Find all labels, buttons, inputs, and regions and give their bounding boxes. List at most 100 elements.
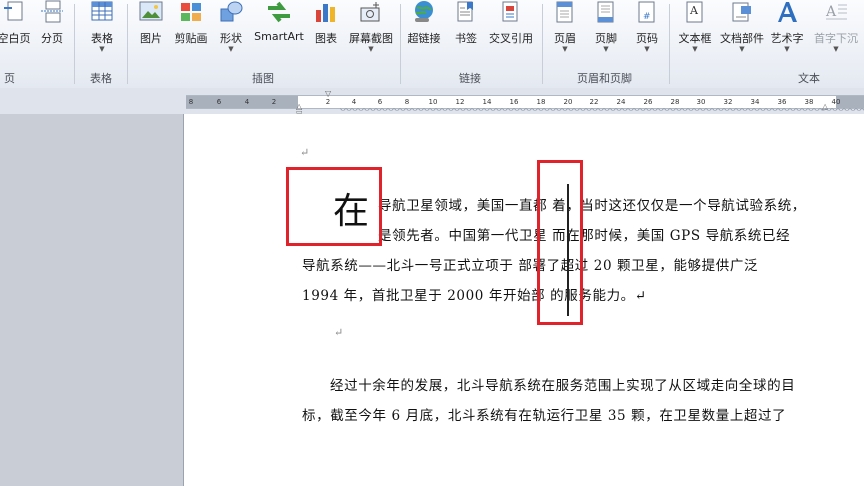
- dropdown-arrow-icon: ▼: [784, 45, 790, 53]
- table-label: 表格: [91, 32, 113, 45]
- quick-parts-button[interactable]: 文档部件 ▼: [716, 0, 768, 62]
- document-line: 标，截至今年 6 月底，北斗系统有在轨运行卫星 35 颗，在卫星数量上超过了: [302, 408, 787, 424]
- group-label-illustrations: 插图: [252, 72, 274, 85]
- ruler-number: 14: [482, 98, 492, 106]
- svg-text:A: A: [689, 4, 699, 17]
- group-label-text: 文本: [798, 72, 820, 85]
- page-break-button[interactable]: 分页: [37, 0, 67, 62]
- quick-parts-icon: [732, 2, 751, 22]
- wordart-icon: [778, 2, 797, 22]
- group-separator: [74, 4, 75, 84]
- document-line: 是领先者。中国第一代卫星 而在那时候，美国 GPS 导航系统已经: [378, 228, 791, 244]
- document-line: 导航系统——北斗一号正式立项于 部署了超过 20 颗卫星，能够提供广泛: [302, 258, 759, 274]
- blank-page-button[interactable]: 空白页: [0, 0, 36, 62]
- group-separator: [669, 4, 670, 84]
- dropdown-arrow-icon: ▼: [644, 45, 650, 53]
- ruler-number: 8: [188, 98, 194, 106]
- blank-page-icon: [4, 1, 23, 21]
- shapes-button[interactable]: 形状 ▼: [215, 0, 247, 62]
- ruler-number: 24: [616, 98, 626, 106]
- ruler-number: 38: [804, 98, 814, 106]
- clip-art-label: 剪贴画: [174, 32, 208, 45]
- horizontal-ruler[interactable]: 8 6 4 2 2 4 6 8 10 12 14 16 18 20 22 24 …: [186, 95, 864, 109]
- dropdown-arrow-icon: ▼: [228, 45, 234, 53]
- chart-button[interactable]: 图表: [310, 0, 342, 62]
- screenshot-label: 屏幕截图: [349, 32, 393, 45]
- ruler-number: 16: [509, 98, 519, 106]
- footer-label: 页脚: [595, 32, 617, 45]
- text-box-button[interactable]: A 文本框 ▼: [674, 0, 716, 62]
- ruler-number: 26: [643, 98, 653, 106]
- page-break-icon: [41, 0, 63, 23]
- document-line: 导航卫星领域，美国一直都 着，当时这还仅仅是一个导航试验系统，: [378, 198, 806, 214]
- page-number-button[interactable]: # 页码 ▼: [630, 0, 664, 62]
- bookmark-icon: [457, 1, 473, 22]
- ribbon: 空白页 分页 页 表格 ▼ 表格 图片 剪贴画 形状 ▼ SmartArt 图表…: [0, 0, 864, 89]
- ruler-number: 12: [455, 98, 465, 106]
- smartart-button[interactable]: SmartArt: [251, 0, 307, 62]
- svg-text:A: A: [825, 4, 837, 20]
- ruler-number: 2: [271, 98, 277, 106]
- dropdown-arrow-icon: ▼: [562, 45, 568, 53]
- smartart-label: SmartArt: [254, 30, 304, 43]
- hyperlink-icon: [415, 1, 433, 22]
- header-button[interactable]: 页眉 ▼: [549, 0, 581, 62]
- page-break-label: 分页: [41, 32, 63, 45]
- first-line-indent-marker[interactable]: ▽: [325, 89, 331, 98]
- picture-label: 图片: [140, 32, 162, 45]
- cross-reference-label: 交叉引用: [489, 32, 533, 45]
- wordart-button[interactable]: 艺术字 ▼: [767, 0, 807, 62]
- group-label-links: 链接: [459, 72, 481, 85]
- document-line: 1994 年，首批卫星于 2000 年开始部 的服务能力。↵: [302, 288, 647, 304]
- shapes-label: 形状: [220, 32, 242, 45]
- ruler-number: 10: [428, 98, 438, 106]
- hyperlink-button[interactable]: 超链接: [404, 0, 444, 62]
- picture-button[interactable]: 图片: [135, 0, 167, 62]
- blank-page-label: 空白页: [0, 32, 31, 45]
- header-label: 页眉: [554, 32, 576, 45]
- dropdown-arrow-icon: ▼: [692, 45, 698, 53]
- ruler-number: 6: [377, 98, 383, 106]
- group-label-header-footer: 页眉和页脚: [577, 72, 632, 85]
- dropdown-arrow-icon: ▼: [739, 45, 745, 53]
- group-separator: [127, 4, 128, 84]
- dropdown-arrow-icon: ▼: [99, 45, 105, 53]
- ruler-number: 40: [831, 98, 841, 106]
- text-frame-border-line: [567, 184, 569, 316]
- table-icon: [91, 1, 113, 21]
- ruler-number: 6: [216, 98, 222, 106]
- ruler-number: 28: [670, 98, 680, 106]
- column-highlight-box: [537, 160, 583, 325]
- chart-label: 图表: [315, 32, 337, 45]
- picture-icon: [139, 1, 163, 21]
- group-separator: [400, 4, 401, 84]
- page-number-label: 页码: [636, 32, 658, 45]
- cross-reference-button[interactable]: 交叉引用: [486, 0, 536, 62]
- drop-cap-label: 首字下沉: [814, 32, 858, 45]
- dropcap-highlight-box: [286, 167, 382, 246]
- ruler-number: 30: [696, 98, 706, 106]
- clip-art-button[interactable]: 剪贴画: [172, 0, 210, 62]
- text-box-label: 文本框: [678, 32, 712, 45]
- page-number-icon: #: [638, 1, 655, 23]
- ruler-number: 4: [351, 98, 357, 106]
- ruler-number: 22: [589, 98, 599, 106]
- paragraph-mark: ↵: [334, 326, 344, 339]
- ruler-number: 32: [723, 98, 733, 106]
- cross-reference-icon: [502, 1, 518, 22]
- bookmark-button[interactable]: 书签: [450, 0, 482, 62]
- screenshot-button[interactable]: 屏幕截图 ▼: [346, 0, 396, 62]
- drop-cap-icon: A: [825, 4, 847, 20]
- group-separator: [542, 4, 543, 84]
- table-button[interactable]: 表格 ▼: [84, 0, 120, 62]
- hyperlink-label: 超链接: [407, 32, 441, 45]
- ruler-number: 34: [750, 98, 760, 106]
- clip-art-icon: [181, 3, 201, 21]
- dropdown-arrow-icon: ▼: [603, 45, 609, 53]
- screenshot-icon: [360, 2, 380, 22]
- smartart-icon: [268, 1, 290, 23]
- footer-button[interactable]: 页脚 ▼: [590, 0, 622, 62]
- footer-icon: [597, 1, 614, 23]
- chart-icon: [316, 4, 335, 22]
- drop-cap-button[interactable]: A 首字下沉 ▼: [808, 0, 864, 62]
